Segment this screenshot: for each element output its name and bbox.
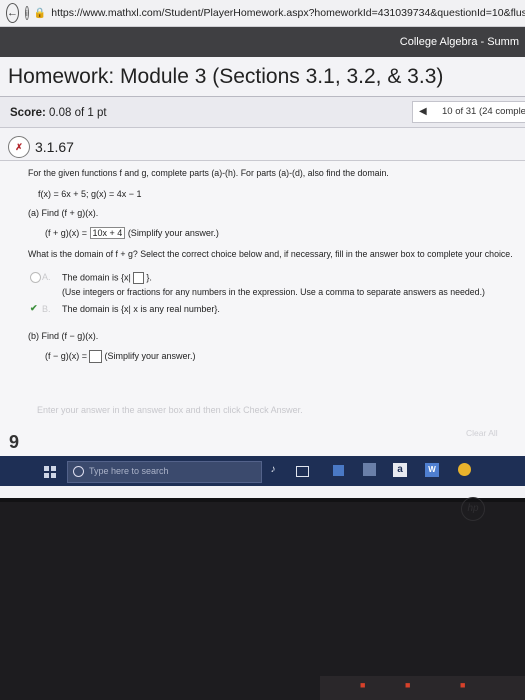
back-arrow-icon[interactable]: ← bbox=[6, 3, 19, 23]
part-a-answer-box[interactable]: 10x + 4 bbox=[89, 227, 126, 239]
monitor-screen: ← i 🔒 https://www.mathxl.com/Student/Pla… bbox=[0, 0, 525, 498]
keyboard-edge: ■ ■ ■ bbox=[320, 676, 525, 700]
store-icon[interactable] bbox=[363, 463, 376, 476]
key-led-icon: ■ bbox=[405, 680, 411, 690]
function-definitions: f(x) = 6x + 5; g(x) = 4x − 1 bbox=[38, 189, 142, 199]
choice-a-domain-text: The domain is {x| bbox=[62, 272, 131, 283]
url-text[interactable]: https://www.mathxl.com/Student/PlayerHom… bbox=[51, 7, 525, 19]
part-b-answer-line: (f − g)(x) = (Simplify your answer.) bbox=[45, 350, 196, 363]
page-title: Homework: Module 3 (Sections 3.1, 3.2, &… bbox=[8, 65, 444, 88]
correct-check-icon: ✔ bbox=[30, 303, 38, 313]
hp-logo: hp bbox=[461, 497, 485, 521]
microphone-icon[interactable]: ♪ bbox=[266, 463, 280, 477]
choice-b-letter: B. bbox=[42, 304, 51, 314]
part-a-label: (a) Find (f + g)(x). bbox=[28, 208, 99, 218]
choice-a-close: }. bbox=[146, 272, 152, 283]
part-b-answer-box[interactable] bbox=[89, 350, 103, 363]
lock-icon: 🔒 bbox=[33, 7, 47, 19]
choice-a-instruction: (Use integers or fractions for any numbe… bbox=[62, 287, 485, 297]
app-header: College Algebra - Summ bbox=[0, 27, 525, 57]
task-view-icon[interactable] bbox=[296, 466, 309, 477]
address-bar[interactable]: ← i 🔒 https://www.mathxl.com/Student/Pla… bbox=[0, 0, 525, 27]
part-a-answer-line: (f + g)(x) = 10x + 4 (Simplify your answ… bbox=[45, 227, 219, 239]
question-header: ✗ 3.1.67 bbox=[8, 136, 74, 158]
part-b-label: (b) Find (f − g)(x). bbox=[28, 331, 99, 341]
score-value: 0.08 of 1 pt bbox=[49, 107, 107, 119]
score-text: Score: 0.08 of 1 pt bbox=[10, 107, 107, 119]
part-b-hint: (Simplify your answer.) bbox=[104, 350, 196, 361]
part-a-prefix: (f + g)(x) = bbox=[45, 228, 90, 238]
part-a-hint: (Simplify your answer.) bbox=[127, 228, 219, 238]
chrome-icon[interactable] bbox=[458, 463, 471, 476]
choice-a-radio[interactable] bbox=[30, 272, 41, 283]
previous-question-icon[interactable]: ◀ bbox=[419, 106, 427, 117]
monitor-bezel bbox=[0, 498, 525, 502]
choice-a-letter: A. bbox=[42, 272, 51, 282]
incorrect-status-icon: ✗ bbox=[8, 136, 30, 158]
info-icon[interactable]: i bbox=[25, 6, 29, 20]
taskbar-search-placeholder[interactable]: Type here to search bbox=[89, 466, 169, 476]
cortana-icon[interactable] bbox=[73, 466, 84, 477]
question-navigator[interactable]: ◀ 10 of 31 (24 comple bbox=[412, 101, 525, 123]
domain-question: What is the domain of f + g? Select the … bbox=[28, 249, 513, 259]
question-number: 3.1.67 bbox=[35, 139, 74, 155]
taskbar-search[interactable]: Type here to search bbox=[67, 461, 262, 483]
word-icon[interactable]: W bbox=[425, 463, 439, 477]
key-led-icon: ■ bbox=[360, 680, 366, 690]
key-led-icon: ■ bbox=[460, 680, 466, 690]
choice-a-answer-box[interactable] bbox=[132, 272, 144, 284]
course-name[interactable]: College Algebra - Summ bbox=[400, 36, 519, 48]
score-label: Score: bbox=[10, 107, 46, 119]
part-b-prefix: (f − g)(x) = bbox=[45, 350, 88, 361]
footer-instruction: Enter your answer in the answer box and … bbox=[37, 405, 303, 415]
choice-a-text: The domain is {x| }. bbox=[62, 272, 152, 284]
clear-all-button[interactable]: Clear All bbox=[466, 428, 498, 438]
choice-b-text[interactable]: The domain is {x| x is any real number}. bbox=[62, 304, 220, 314]
parts-remaining-count: 9 bbox=[9, 432, 20, 452]
question-position[interactable]: 10 of 31 (24 comple bbox=[442, 106, 525, 117]
question-prompt: For the given functions f and g, complet… bbox=[28, 168, 389, 178]
windows-start-icon[interactable] bbox=[44, 466, 56, 478]
app-icon[interactable] bbox=[333, 465, 344, 476]
taskbar-a-icon[interactable]: a bbox=[393, 463, 407, 477]
